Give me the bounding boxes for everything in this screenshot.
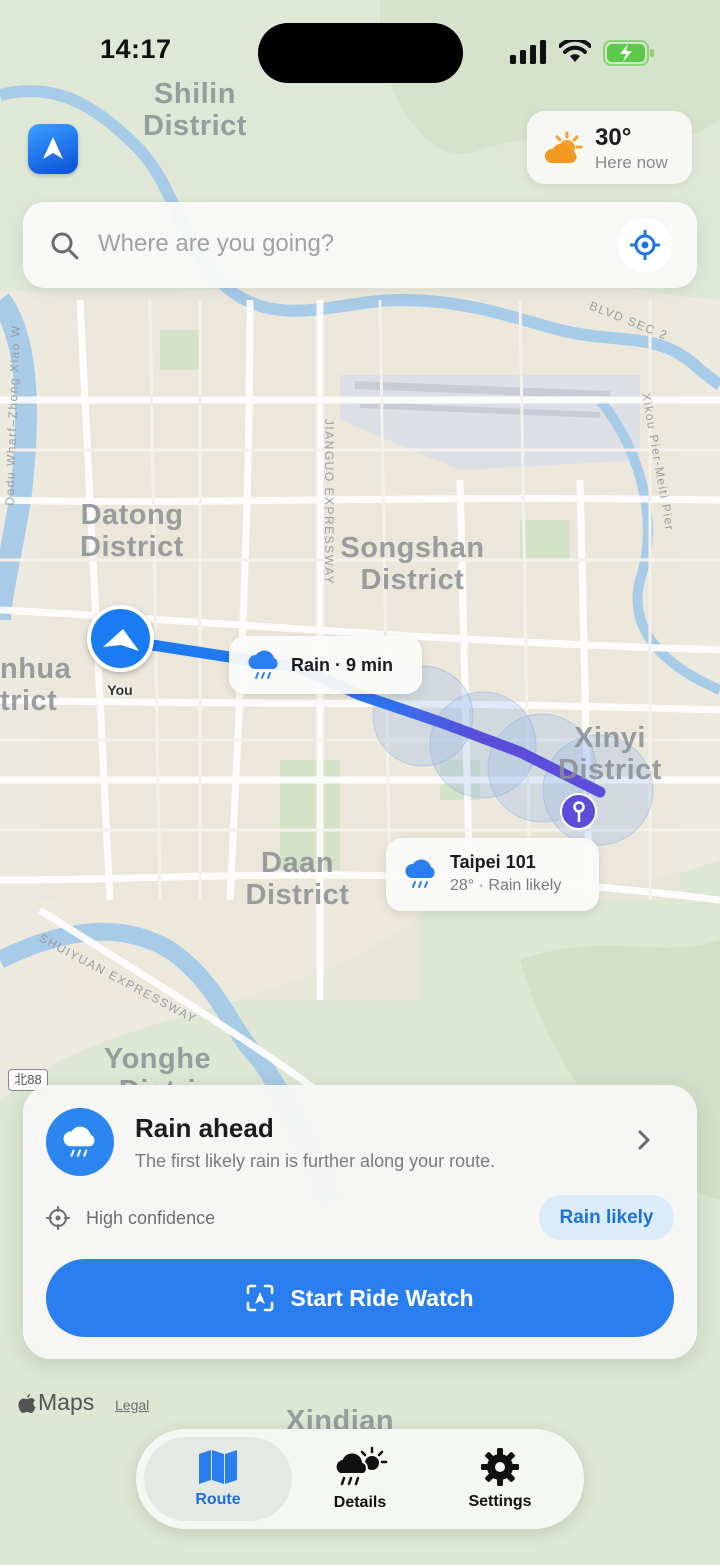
start-ride-watch-label: Start Ride Watch [290, 1284, 474, 1311]
battery-charging-icon [603, 40, 654, 66]
search-bar[interactable]: Where are you going? [23, 202, 697, 288]
map-icon [199, 1450, 237, 1484]
cloud-rain-icon [63, 1126, 95, 1157]
destination-name: Taipei 101 [450, 852, 536, 872]
road-label-jianguo: JIANGUO EXPRESSWAY [322, 418, 337, 586]
tab-settings[interactable]: Settings [426, 1437, 574, 1521]
tab-details[interactable]: Details [286, 1437, 434, 1521]
status-time: 14:17 [100, 34, 172, 64]
tab-route[interactable]: Route [144, 1437, 292, 1521]
tab-details-label: Details [333, 1494, 387, 1511]
tab-bar: Route Details Settings [136, 1429, 584, 1529]
current-temperature: 30° [595, 124, 632, 151]
rain-icon-badge [46, 1108, 114, 1176]
current-location-marker[interactable] [87, 605, 154, 672]
maps-label: Maps [38, 1389, 95, 1415]
rain-status-badge: Rain likely [539, 1195, 674, 1240]
destination-bubble[interactable]: Taipei 101 28° · Rain likely [386, 838, 599, 911]
target-icon [46, 1206, 70, 1230]
legal-link[interactable]: Legal [115, 1397, 149, 1413]
apple-logo-icon [18, 1393, 36, 1413]
chevron-right-icon[interactable] [637, 1129, 651, 1151]
district-label-daan: Daan District [245, 847, 350, 911]
current-weather-chip[interactable]: 30° Here now [527, 111, 692, 184]
search-icon [51, 232, 79, 260]
card-title: Rain ahead [135, 1113, 274, 1143]
cellular-signal-icon [510, 40, 546, 64]
confidence-label: High confidence [86, 1208, 216, 1228]
card-subtitle: The first likely rain is further along y… [135, 1151, 496, 1171]
start-ride-watch-button[interactable]: Start Ride Watch [46, 1259, 674, 1337]
search-input[interactable]: Where are you going? [98, 230, 334, 258]
cloud-rain-icon [248, 650, 278, 679]
district-label-xindian: Xindian [285, 1405, 395, 1429]
destination-pin[interactable] [560, 793, 597, 830]
district-label-datong: Datong District [80, 499, 184, 563]
district-label-wanhua: nhua trict [0, 653, 72, 717]
scan-icon [247, 1284, 274, 1312]
location-arrow-icon [102, 628, 139, 651]
district-label-songshan: Songshan District [340, 532, 485, 596]
app-icon[interactable] [28, 124, 78, 174]
district-label-shilin: Shilin District [143, 78, 247, 142]
district-label-xinyi: Xinyi District [558, 722, 662, 786]
pin-icon [572, 800, 585, 822]
current-location-label: You [107, 682, 133, 698]
tab-settings-label: Settings [468, 1493, 532, 1510]
gear-icon [481, 1448, 519, 1486]
rain-eta-text: Rain · 9 min [291, 655, 394, 675]
cloud-sun-rain-icon [334, 1446, 388, 1486]
cloud-rain-icon [405, 859, 435, 888]
crosshair-icon [630, 230, 660, 260]
rain-eta-bubble[interactable]: Rain · 9 min [229, 636, 422, 694]
maps-attribution: Maps [18, 1389, 94, 1416]
locate-me-button[interactable] [618, 218, 672, 272]
district-label-yonghe: YongheDistri [103, 1043, 212, 1085]
sun-behind-cloud-icon [544, 131, 583, 163]
rain-ahead-card[interactable]: Rain ahead The first likely rain is furt… [23, 1085, 697, 1359]
current-weather-caption: Here now [595, 153, 668, 172]
wifi-icon [559, 40, 591, 62]
navigation-arrow-icon [43, 137, 63, 159]
destination-forecast: 28° · Rain likely [450, 877, 562, 894]
tab-route-label: Route [195, 1491, 241, 1508]
dynamic-island [258, 23, 463, 83]
